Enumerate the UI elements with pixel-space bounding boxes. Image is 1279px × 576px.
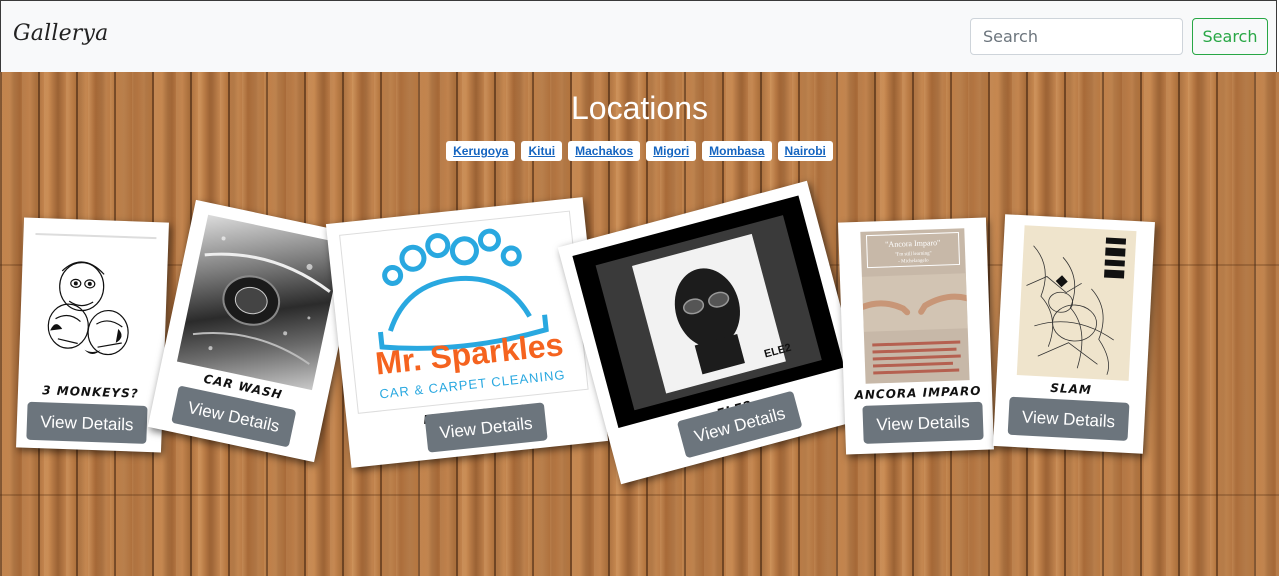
poster-image: "Ancora Imparo" "I'm still learning" - M… xyxy=(860,231,970,375)
search-input[interactable] xyxy=(970,18,1183,55)
view-details-button[interactable]: View Details xyxy=(862,401,984,444)
location-link-kerugoya[interactable]: Kerugoya xyxy=(446,141,516,161)
gallery-card: "Ancora Imparo" "I'm still learning" - M… xyxy=(837,217,995,455)
poster-title: "Ancora Imparo" xyxy=(885,238,940,249)
location-link-machakos[interactable]: Machakos xyxy=(568,141,641,161)
card-image[interactable] xyxy=(28,229,159,383)
car-photo xyxy=(192,236,331,365)
sketch-image xyxy=(1026,237,1127,375)
card-image[interactable]: Mr. Sparkles CAR & CARPET CLEANING xyxy=(339,210,589,414)
sparkles-logo: Mr. Sparkles CAR & CARPET CLEANING xyxy=(374,228,566,401)
gallery-card: 3 monkeys? View Details xyxy=(16,217,169,453)
card-image[interactable]: "Ancora Imparo" "I'm still learning" - M… xyxy=(860,228,970,384)
card-image[interactable] xyxy=(176,214,344,391)
poster-subtitle: "I'm still learning" xyxy=(895,251,932,257)
location-link-nairobi[interactable]: Nairobi xyxy=(777,141,833,161)
poster-author: - Michelangelo xyxy=(898,258,929,264)
navbar: Gallerya Search xyxy=(0,0,1277,72)
brand-logo[interactable]: Gallerya xyxy=(13,21,108,46)
monkeys-illustration xyxy=(35,232,157,356)
view-details-button[interactable]: View Details xyxy=(26,401,148,444)
page-title: Locations xyxy=(571,90,708,126)
search-button[interactable]: Search xyxy=(1192,18,1268,55)
gallery-card: SLAM View Details xyxy=(993,214,1155,454)
card-caption: 3 monkeys? xyxy=(42,383,139,401)
location-link-mombasa[interactable]: Mombasa xyxy=(702,141,772,161)
location-link-kitui[interactable]: Kitui xyxy=(521,141,563,161)
view-details-button[interactable]: View Details xyxy=(1007,396,1130,441)
location-link-migori[interactable]: Migori xyxy=(646,141,697,161)
gallery-card: Mr. Sparkles CAR & CARPET CLEANING Mr sp… xyxy=(325,197,609,468)
card-image[interactable] xyxy=(1016,225,1137,381)
card-caption: Ancora imparo xyxy=(854,383,982,403)
location-filters: Kerugoya Kitui Machakos Migori Mombasa N… xyxy=(0,141,1279,161)
